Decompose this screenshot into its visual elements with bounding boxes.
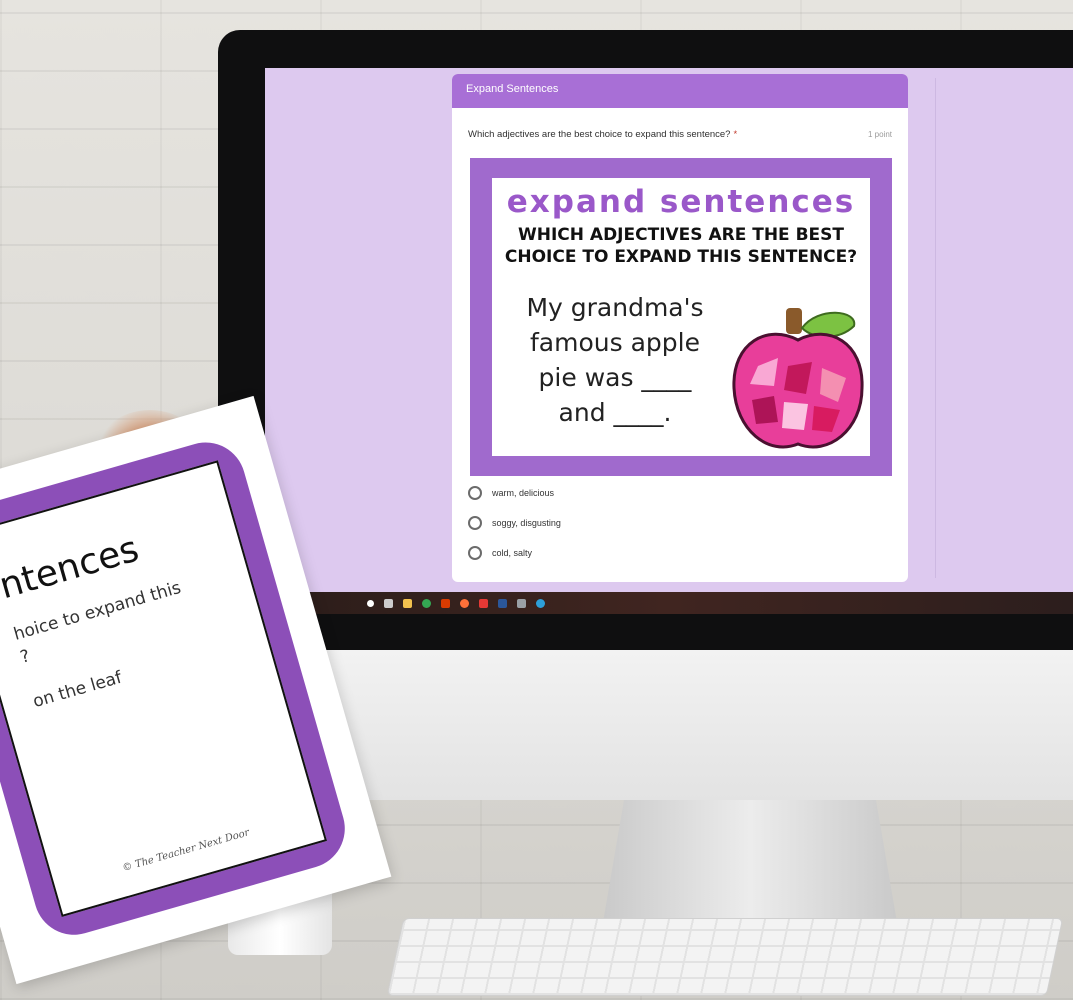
- windows-taskbar: [265, 592, 1073, 614]
- image-question-line1: WHICH ADJECTIVES ARE THE BEST: [517, 225, 844, 245]
- radio-icon[interactable]: [468, 516, 482, 530]
- search-icon[interactable]: [367, 599, 374, 607]
- form-header: Expand Sentences: [452, 74, 908, 108]
- answer-options: warm, delicious soggy, disgusting cold, …: [468, 478, 888, 568]
- option-cold-salty[interactable]: cold, salty: [468, 538, 888, 568]
- image-sentence: My grandma's famous apple pie was ____ a…: [510, 290, 720, 430]
- file-explorer-icon[interactable]: [403, 598, 412, 608]
- apple-icon: [732, 308, 864, 449]
- card-credit: © The Teacher Next Door: [121, 827, 251, 875]
- google-form-card: Expand Sentences Which adjectives are th…: [452, 74, 908, 582]
- card-inner: ntences hoice to expand this ? on the le…: [0, 460, 328, 917]
- sentence-line4: and ____.: [558, 398, 672, 427]
- question-text: Which adjectives are the best choice to …: [468, 129, 737, 140]
- question-row: Which adjectives are the best choice to …: [452, 108, 908, 148]
- required-marker: *: [733, 128, 738, 140]
- keyboard: [386, 918, 1064, 996]
- question-image-inner: expand sentences WHICH ADJECTIVES ARE TH…: [492, 178, 870, 456]
- screen-divider: [935, 78, 936, 578]
- option-warm-delicious[interactable]: warm, delicious: [468, 478, 888, 508]
- monitor-screen: Expand Sentences Which adjectives are th…: [265, 68, 1073, 592]
- radio-icon[interactable]: [468, 546, 482, 560]
- question-label: Which adjectives are the best choice to …: [468, 128, 731, 140]
- chrome-icon[interactable]: [422, 598, 431, 608]
- card-line3: on the leaf: [30, 667, 125, 713]
- form-title: Expand Sentences: [466, 83, 559, 95]
- acrobat-icon[interactable]: [479, 598, 488, 608]
- radio-icon[interactable]: [468, 486, 482, 500]
- option-label: warm, delicious: [492, 488, 555, 498]
- question-image: expand sentences WHICH ADJECTIVES ARE TH…: [470, 158, 892, 476]
- word-icon[interactable]: [498, 598, 507, 608]
- app-icon[interactable]: [517, 598, 526, 608]
- firefox-icon[interactable]: [460, 598, 469, 608]
- card-line2: ?: [18, 646, 33, 668]
- image-question-line2: CHOICE TO EXPAND THIS SENTENCE?: [504, 247, 858, 267]
- sentence-line3: pie was ____: [538, 363, 692, 392]
- points-label: 1 point: [867, 129, 892, 139]
- edge-icon[interactable]: [536, 598, 545, 608]
- option-label: cold, salty: [492, 548, 533, 558]
- image-title: expand sentences: [506, 184, 856, 220]
- sentence-line1: My grandma's: [526, 293, 704, 322]
- option-soggy-disgusting[interactable]: soggy, disgusting: [468, 508, 888, 538]
- image-question: WHICH ADJECTIVES ARE THE BEST CHOICE TO …: [492, 220, 870, 268]
- sentence-line2: famous apple: [530, 328, 700, 357]
- task-view-icon[interactable]: [384, 598, 393, 608]
- option-label: soggy, disgusting: [492, 518, 561, 528]
- office-icon[interactable]: [441, 598, 450, 608]
